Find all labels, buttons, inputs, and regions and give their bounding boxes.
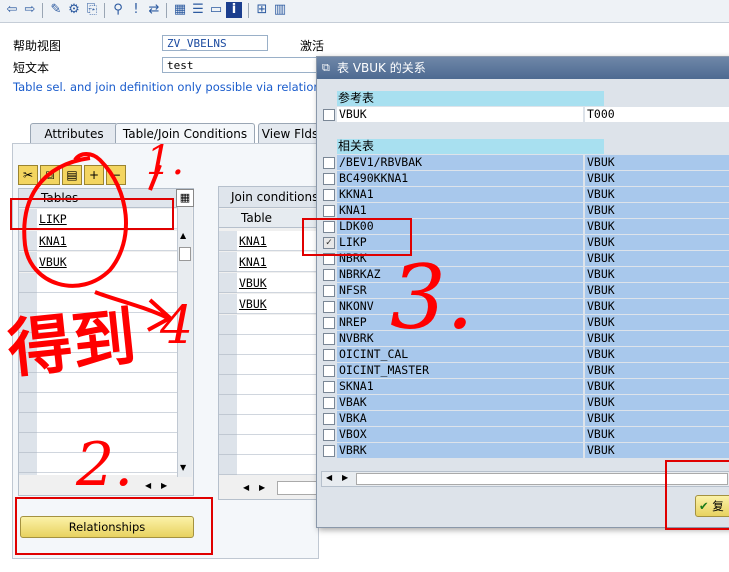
step-number-3: 3. [390,246,474,349]
handwritten-text-got-it: 得到 [4,300,140,388]
circle-annotation [22,152,128,288]
step-number-1: 1. [146,138,185,184]
step-number-2: 2. [76,430,134,500]
step-number-4: 4 [160,296,194,356]
